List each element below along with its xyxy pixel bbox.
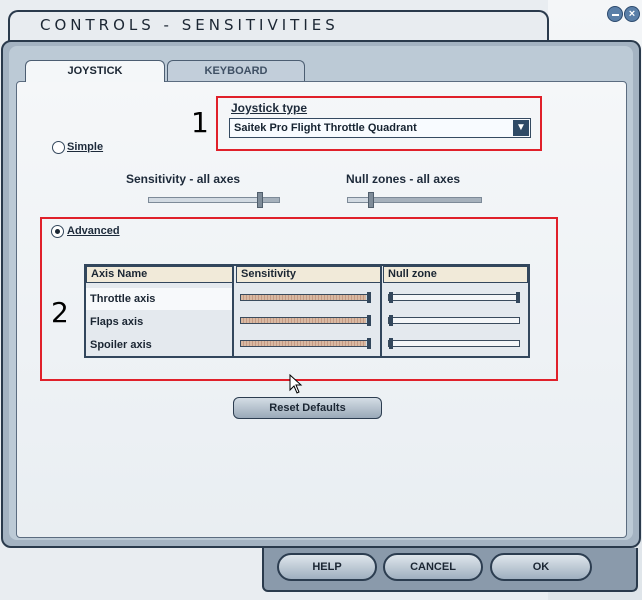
simple-radio[interactable] bbox=[52, 141, 65, 154]
help-button[interactable]: HELP bbox=[277, 553, 377, 581]
sensitivity-all-label: Sensitivity - all axes bbox=[126, 172, 241, 186]
close-icon[interactable]: × bbox=[624, 6, 640, 22]
annotation-box-2 bbox=[40, 217, 558, 381]
null-zones-all-fill bbox=[348, 198, 368, 202]
sensitivity-all-fill bbox=[149, 198, 260, 202]
annotation-box-1 bbox=[216, 96, 542, 151]
cancel-button[interactable]: CANCEL bbox=[383, 553, 483, 581]
tab-joystick[interactable]: JOYSTICK bbox=[25, 60, 165, 82]
ok-button[interactable]: OK bbox=[490, 553, 592, 581]
minimize-icon[interactable] bbox=[607, 6, 623, 22]
sensitivity-all-knob[interactable] bbox=[257, 192, 263, 208]
null-zones-all-slider[interactable] bbox=[347, 192, 482, 208]
annotation-number-1: 1 bbox=[191, 106, 209, 139]
reset-defaults-button[interactable]: Reset Defaults bbox=[233, 397, 382, 419]
tab-keyboard[interactable]: KEYBOARD bbox=[167, 60, 305, 82]
sensitivity-all-slider[interactable] bbox=[148, 192, 280, 208]
simple-label: Simple bbox=[67, 141, 104, 153]
null-zones-all-label: Null zones - all axes bbox=[346, 172, 461, 186]
annotation-number-2: 2 bbox=[51, 296, 69, 329]
window-title: CONTROLS - SENSITIVITIES bbox=[40, 16, 339, 34]
null-zones-all-knob[interactable] bbox=[368, 192, 374, 208]
mouse-pointer-icon bbox=[289, 374, 303, 394]
